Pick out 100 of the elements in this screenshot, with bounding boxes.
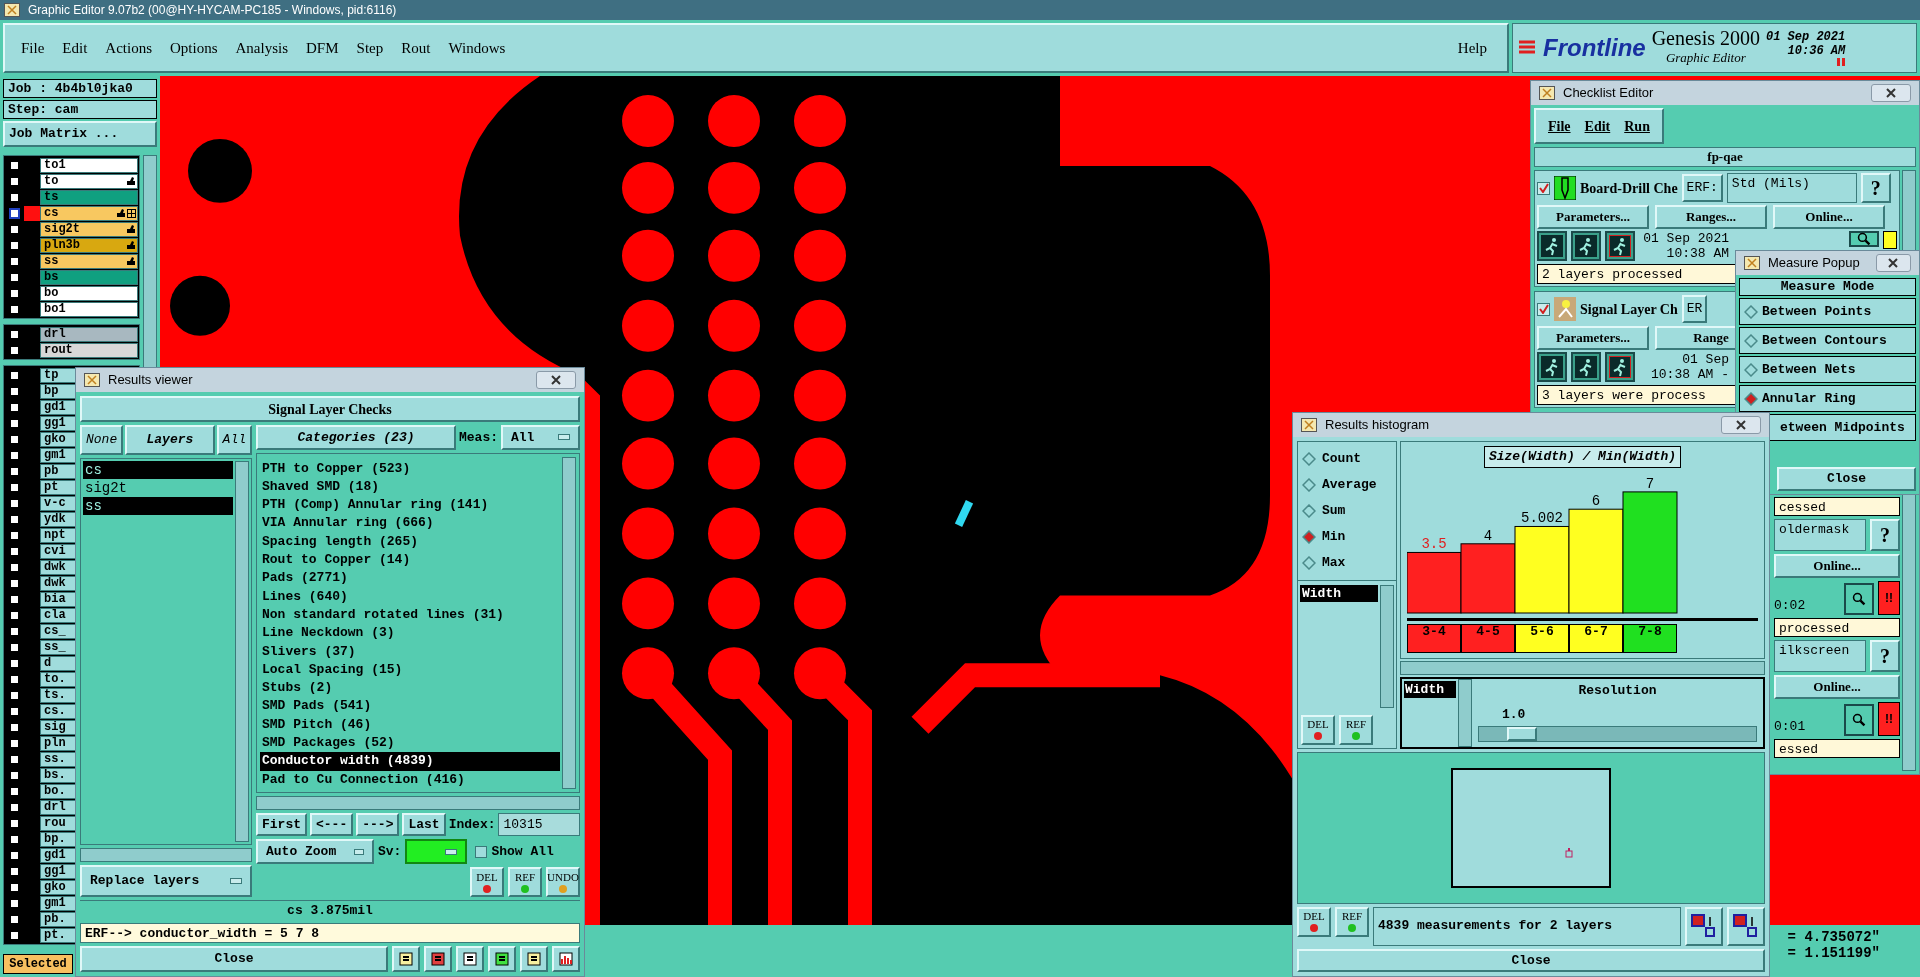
help-button[interactable]: ? bbox=[1870, 640, 1900, 672]
layer-checkbox[interactable] bbox=[9, 673, 20, 685]
menu-item[interactable]: Actions bbox=[105, 36, 152, 60]
radio-icon[interactable] bbox=[1302, 478, 1316, 492]
layer-checkbox[interactable] bbox=[9, 513, 20, 525]
layer-checkbox[interactable] bbox=[9, 239, 20, 251]
action-button[interactable]: REF bbox=[1339, 714, 1373, 745]
check-option-button[interactable]: Parameters... bbox=[1537, 326, 1649, 350]
measure-mode-option[interactable]: Between Contours bbox=[1739, 327, 1916, 354]
zoom-button[interactable] bbox=[1849, 231, 1879, 247]
category-item[interactable]: VIA Annular ring (666) bbox=[260, 514, 560, 533]
radio-icon[interactable] bbox=[1302, 452, 1316, 466]
close-button[interactable] bbox=[536, 371, 576, 389]
scrollbar[interactable] bbox=[256, 795, 580, 810]
layer-checkbox[interactable] bbox=[9, 721, 20, 733]
close-button[interactable] bbox=[1721, 416, 1761, 434]
category-item[interactable]: SMD Pitch (46) bbox=[260, 715, 560, 735]
layer-checkbox[interactable] bbox=[9, 865, 20, 877]
tool-button[interactable] bbox=[456, 946, 484, 972]
layer-name[interactable]: bo bbox=[40, 285, 138, 301]
layer-checkbox[interactable] bbox=[9, 881, 20, 893]
layer-list-item[interactable]: cs bbox=[83, 461, 233, 479]
check-run-button[interactable] bbox=[1537, 231, 1567, 261]
layer-checkbox[interactable] bbox=[9, 287, 20, 299]
action-button[interactable]: REF bbox=[508, 867, 542, 897]
radio-icon[interactable] bbox=[1302, 556, 1316, 570]
check-option-button[interactable]: Online... bbox=[1774, 554, 1900, 578]
layer-checkbox[interactable] bbox=[9, 303, 20, 315]
layer-checkbox[interactable] bbox=[9, 175, 20, 187]
action-button[interactable]: UNDO bbox=[546, 867, 580, 897]
layer-checkbox[interactable] bbox=[9, 561, 20, 573]
layer-checkbox[interactable] bbox=[9, 159, 20, 171]
check-run-button[interactable] bbox=[1571, 352, 1601, 382]
layer-checkbox[interactable] bbox=[9, 833, 20, 845]
layer-name[interactable]: drl bbox=[40, 326, 138, 342]
check-run-button[interactable] bbox=[1537, 352, 1567, 382]
meas-dropdown[interactable]: All bbox=[501, 425, 580, 450]
layer-checkbox[interactable] bbox=[9, 529, 20, 541]
menu-item[interactable]: Options bbox=[170, 36, 218, 60]
layer-checkbox[interactable] bbox=[9, 801, 20, 813]
layer-checkbox[interactable] bbox=[9, 223, 20, 235]
replace-layers-dropdown[interactable]: Replace layers bbox=[80, 865, 252, 897]
layer-checkbox[interactable] bbox=[9, 497, 20, 509]
help-button[interactable]: ? bbox=[1870, 519, 1900, 551]
layer-checkbox[interactable] bbox=[9, 705, 20, 717]
layer-checkbox[interactable] bbox=[9, 328, 20, 340]
zoom-button[interactable] bbox=[1844, 583, 1874, 615]
zoom-button[interactable] bbox=[1844, 704, 1874, 736]
selected-radio-icon[interactable] bbox=[1744, 391, 1758, 406]
mode-option[interactable]: Count bbox=[1322, 449, 1361, 469]
layer-name[interactable]: rout bbox=[40, 342, 138, 358]
layer-checkbox[interactable] bbox=[9, 191, 20, 203]
check-option-button[interactable]: Parameters... bbox=[1537, 205, 1649, 229]
category-item[interactable]: Local Spacing (15) bbox=[260, 660, 560, 680]
layer-checkbox[interactable] bbox=[9, 207, 20, 219]
layer-checkbox[interactable] bbox=[9, 785, 20, 797]
category-item[interactable]: Pad to Cu Connection (416) bbox=[260, 770, 560, 789]
check-run-button[interactable] bbox=[1605, 231, 1635, 261]
layer-checkbox[interactable] bbox=[9, 913, 20, 925]
layer-checkbox[interactable] bbox=[9, 369, 20, 381]
category-item[interactable]: Non standard rotated lines (31) bbox=[260, 605, 560, 625]
layer-name[interactable]: bo1 bbox=[40, 301, 138, 317]
navigation-button[interactable]: Last bbox=[402, 812, 446, 837]
category-item[interactable]: Lines (640) bbox=[260, 587, 560, 606]
layer-checkbox[interactable] bbox=[9, 769, 20, 781]
radio-icon[interactable] bbox=[1302, 504, 1316, 518]
category-item[interactable]: SMD Pads (541) bbox=[260, 697, 560, 716]
erf-button[interactable]: ERF: bbox=[1681, 174, 1723, 202]
layer-name[interactable]: ts bbox=[40, 189, 138, 205]
slider-thumb[interactable] bbox=[1506, 727, 1537, 741]
layer-list-item[interactable]: sig2t bbox=[83, 479, 233, 497]
categories-button[interactable]: Categories (23) bbox=[256, 425, 456, 450]
action-button[interactable]: DEL bbox=[1297, 906, 1331, 937]
mode-option[interactable]: Sum bbox=[1322, 501, 1346, 521]
zoom-mode-dropdown[interactable]: Auto Zoom bbox=[256, 839, 374, 864]
action-button[interactable]: REF bbox=[1335, 906, 1369, 937]
check-option-button[interactable]: Online... bbox=[1774, 675, 1900, 699]
layer-checkbox[interactable] bbox=[9, 401, 20, 413]
layer-name[interactable]: bs bbox=[40, 269, 138, 285]
layer-checkbox[interactable] bbox=[9, 641, 20, 653]
layer-filter-button[interactable]: None bbox=[80, 425, 124, 455]
tool-button[interactable] bbox=[520, 946, 548, 972]
close-button[interactable] bbox=[1871, 84, 1911, 102]
layer-checkbox[interactable] bbox=[9, 609, 20, 621]
selected-button[interactable]: Selected bbox=[3, 954, 73, 974]
tool-button[interactable] bbox=[392, 946, 420, 972]
job-matrix-button[interactable]: Job Matrix ... bbox=[3, 121, 157, 147]
layer-filter-button[interactable]: All bbox=[216, 425, 252, 455]
layer-checkbox[interactable] bbox=[9, 545, 20, 557]
action-button[interactable]: DEL bbox=[1301, 714, 1335, 745]
mode-option[interactable]: Max bbox=[1322, 553, 1346, 573]
erf-field[interactable]: Std (Mils) bbox=[1726, 173, 1857, 203]
layer-checkbox[interactable] bbox=[9, 449, 20, 461]
category-item[interactable]: Spacing length (265) bbox=[260, 532, 560, 552]
check-option-button[interactable]: Ranges... bbox=[1655, 205, 1767, 229]
category-item[interactable]: Slivers (37) bbox=[260, 642, 560, 661]
layer-name[interactable]: ss bbox=[40, 253, 138, 269]
resolution-slider[interactable] bbox=[1478, 726, 1757, 742]
navigation-button[interactable]: <--- bbox=[310, 812, 354, 837]
layer-checkbox[interactable] bbox=[9, 817, 20, 829]
